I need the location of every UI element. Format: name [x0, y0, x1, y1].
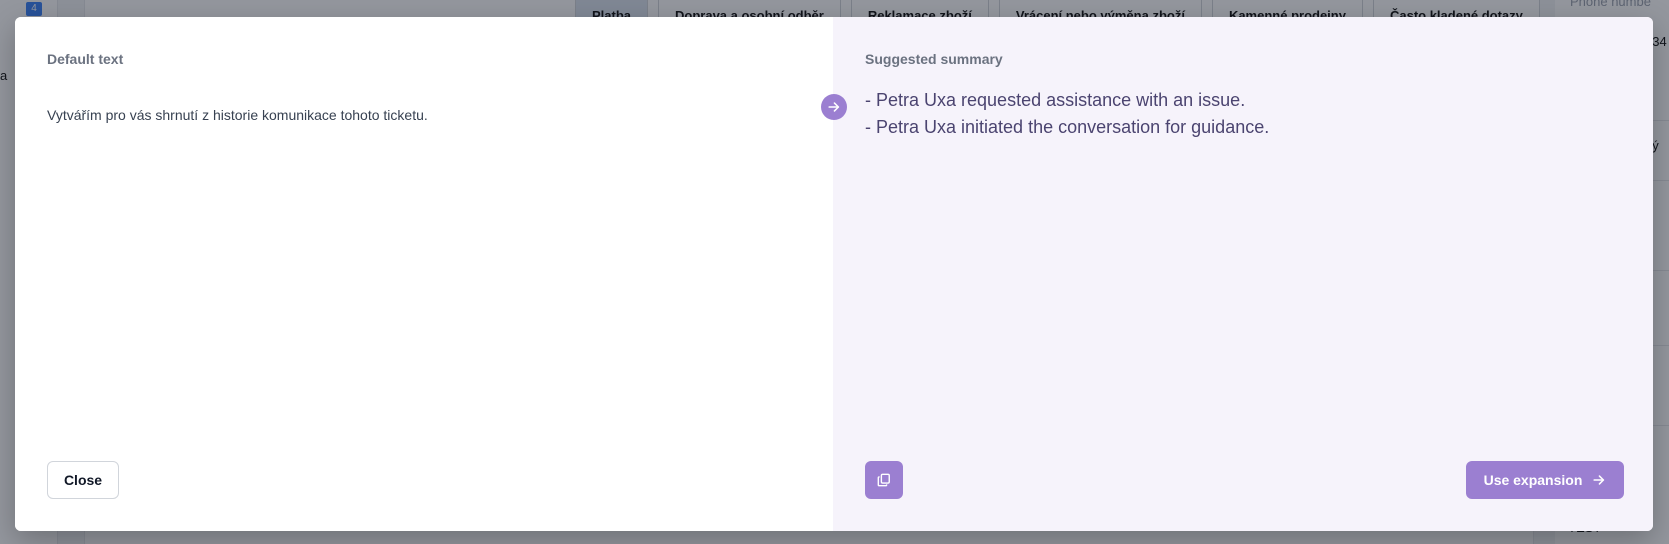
- use-expansion-button[interactable]: Use expansion: [1466, 461, 1624, 499]
- use-expansion-label: Use expansion: [1483, 472, 1583, 488]
- default-text-content: Vytvářím pro vás shrnutí z historie komu…: [47, 107, 428, 123]
- copy-button[interactable]: [865, 461, 903, 499]
- default-text-pane: Default text Vytvářím pro vás shrnutí z …: [15, 17, 833, 531]
- summary-content: - Petra Uxa requested assistance with an…: [865, 87, 1269, 141]
- arrow-right-icon: [828, 102, 840, 112]
- default-text-label: Default text: [47, 51, 124, 67]
- summary-line: - Petra Uxa initiated the conversation f…: [865, 117, 1270, 137]
- summary-line: - Petra Uxa requested assistance with an…: [865, 90, 1246, 110]
- close-button[interactable]: Close: [47, 461, 119, 499]
- suggested-summary-label: Suggested summary: [865, 51, 1003, 67]
- copy-icon: [877, 473, 890, 487]
- suggested-summary-pane: Suggested summary - Petra Uxa requested …: [833, 17, 1653, 531]
- arrow-right-icon: [1593, 475, 1605, 485]
- summary-modal: Default text Vytvářím pro vás shrnutí z …: [15, 17, 1653, 531]
- transfer-arrow-indicator: [821, 94, 847, 120]
